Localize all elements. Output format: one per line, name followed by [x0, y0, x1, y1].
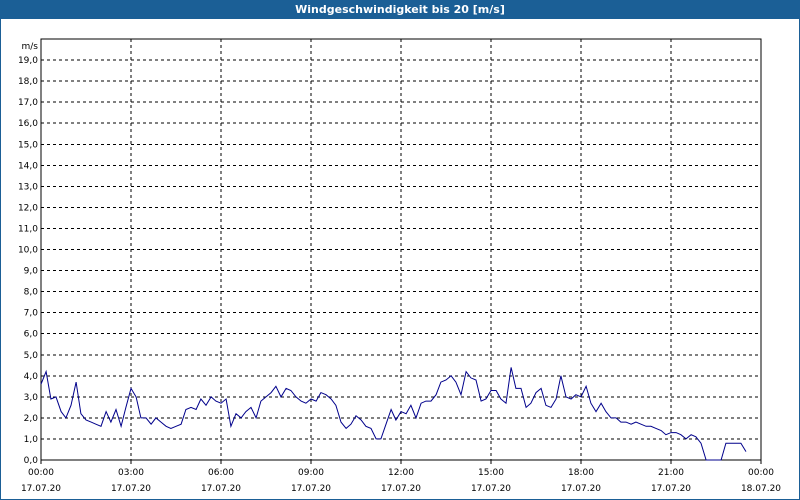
x-tick-date-label: 18.07.20	[741, 484, 781, 494]
y-tick-label: 1,0	[24, 435, 39, 445]
x-tick-date-label: 17.07.20	[561, 484, 601, 494]
y-tick-label: 6,0	[24, 330, 39, 340]
x-tick-date-label: 17.07.20	[201, 484, 241, 494]
x-tick-date-label: 17.07.20	[471, 484, 511, 494]
x-tick-date-label: 17.07.20	[381, 484, 421, 494]
chart-area: 0,0 1,0 2,0 3,0 4,0 5,0 6,0 7,0 8,0 9,0 10,0 11,0 12…	[1, 19, 799, 499]
y-tick-label: 3,0	[24, 393, 39, 403]
y-tick-label: 10,0	[18, 246, 38, 256]
x-tick-time-label: 09:00	[298, 468, 324, 478]
wind-speed-chart: 0,0 1,0 2,0 3,0 4,0 5,0 6,0 7,0 8,0 9,0 10,0 11,0 12…	[18, 38, 781, 494]
x-tick-time-label: 12:00	[388, 468, 414, 478]
y-tick-label: 19,0	[18, 56, 38, 66]
x-tick-time-label: 21:00	[658, 468, 684, 478]
y-tick-label: 0,0	[24, 456, 39, 466]
x-tick-date-label: 17.07.20	[651, 484, 691, 494]
y-tick-label: 17,0	[18, 98, 38, 108]
y-tick-label: 14,0	[18, 161, 38, 171]
y-tick-label: 5,0	[24, 351, 39, 361]
y-axis-label: m/s	[22, 42, 39, 52]
y-tick-label: 18,0	[18, 77, 38, 87]
y-tick-label: 11,0	[18, 224, 38, 234]
y-tick-label: 8,0	[24, 288, 39, 298]
y-tick-label: 12,0	[18, 203, 38, 213]
x-tick-time-label: 18:00	[568, 468, 594, 478]
x-tick-time-label: 15:00	[478, 468, 504, 478]
x-tick-date-label: 17.07.20	[291, 484, 331, 494]
chart-title: Windgeschwindigkeit bis 20 [m/s]	[1, 1, 799, 19]
x-tick-time-label: 06:00	[208, 468, 234, 478]
y-tick-label: 15,0	[18, 140, 38, 150]
x-tick-date-label: 17.07.20	[21, 484, 61, 494]
y-tick-label: 2,0	[24, 414, 39, 424]
y-tick-label: 7,0	[24, 309, 39, 319]
x-tick-time-label: 00:00	[748, 468, 774, 478]
chart-window: Windgeschwindigkeit bis 20 [m/s] 0,0 1,0 2…	[0, 0, 800, 500]
y-tick-label: 4,0	[24, 372, 39, 382]
x-tick-time-label: 00:00	[28, 468, 54, 478]
y-tick-label: 16,0	[18, 119, 38, 129]
y-tick-label: 9,0	[24, 267, 39, 277]
x-tick-time-label: 03:00	[118, 468, 144, 478]
y-tick-label: 13,0	[18, 182, 38, 192]
x-tick-date-label: 17.07.20	[111, 484, 151, 494]
